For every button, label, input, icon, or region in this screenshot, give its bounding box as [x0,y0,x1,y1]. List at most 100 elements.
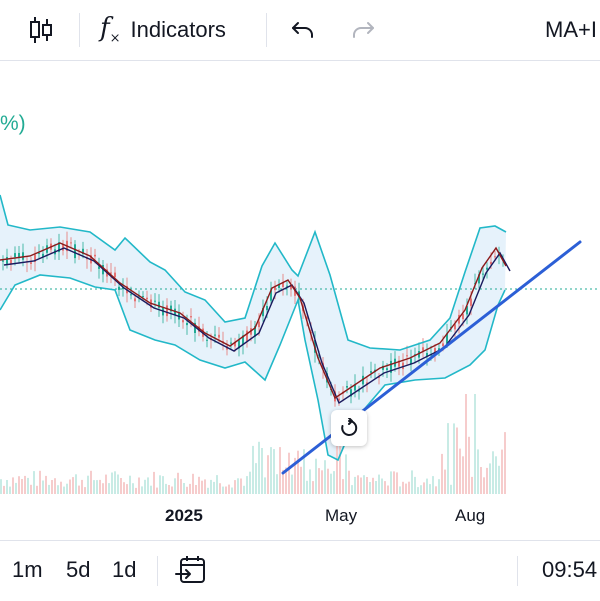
candle-body [206,339,208,341]
candle-body [30,262,32,264]
candlestick-icon [30,17,52,43]
candle-body [442,343,444,347]
candle-body [182,320,184,323]
volume-bar [312,481,314,494]
volume-bar [195,485,197,494]
candle-body [406,355,408,357]
volume-bar [135,487,137,494]
candle-body [370,371,372,373]
candle-body [190,316,192,318]
volume-bar [447,423,449,494]
undo-button[interactable] [290,0,316,60]
volume-bar [333,471,335,494]
volume-bar [93,480,95,494]
volume-bar [273,449,275,494]
volume-bar [339,442,341,494]
volume-bar [0,479,2,494]
volume-bar [39,470,41,494]
volume-bar [18,476,20,494]
volume-bar [381,478,383,494]
volume-bar [207,487,209,494]
volume-bar [396,472,398,494]
candle-body [74,244,76,259]
volume-bar [438,479,440,494]
candle-body [130,294,132,296]
indicators-label: Indicators [130,17,226,42]
volume-bar [81,479,83,494]
candle-body [462,314,464,320]
volume-bar [456,427,458,494]
price-chart[interactable] [0,61,600,540]
indicators-button[interactable]: f× Indicators [100,0,226,60]
volume-bar [240,478,242,494]
candle-body [6,257,8,264]
volume-bar [351,485,353,494]
volume-bar [249,471,251,494]
volume-bar [357,475,359,494]
volume-bar [162,476,164,494]
range-1d-button[interactable]: 1d [112,540,136,600]
volume-bar [300,466,302,494]
volume-bar [261,448,263,494]
volume-bar [51,480,53,494]
volume-bar [114,471,116,494]
volume-bar [105,474,107,494]
volume-bar [255,463,257,494]
volume-bar [111,472,113,494]
volume-bar [330,473,332,494]
volume-bar [345,454,347,494]
candle-body [70,242,72,244]
volume-bar [84,487,86,494]
volume-bar [486,467,488,494]
volume-bar [417,487,419,494]
volume-bar [306,480,308,494]
clock-time[interactable]: 09:54 [542,540,597,600]
volume-bar [9,486,11,494]
volume-bar [78,485,80,494]
volume-bar [297,450,299,494]
volume-bar [288,452,290,494]
candle-body [258,321,260,328]
candle-body [114,272,116,277]
range-5d-button[interactable]: 5d [66,540,90,600]
candle-body [422,347,424,351]
volume-bar [315,458,317,494]
redo-button[interactable] [350,0,376,60]
volume-bar [237,478,239,494]
volume-bar [279,447,281,494]
volume-bar [435,486,437,494]
volume-bar [27,477,29,494]
volume-bar [342,479,344,494]
volume-bar [189,483,191,494]
reset-chart-button[interactable] [331,410,367,446]
volume-bar [492,451,494,494]
volume-bar [210,479,212,494]
candle-body [118,286,120,290]
goto-date-button[interactable] [175,540,207,600]
time-axis-label-may: May [325,506,358,525]
volume-bar [384,481,386,494]
volume-bar [171,486,173,494]
range-1m-button[interactable]: 1m [12,540,43,600]
volume-bar [477,449,479,494]
candle-body [154,300,156,302]
reset-view-icon [341,418,358,436]
candle-body [494,256,496,258]
volume-bar [12,477,14,494]
volume-bar [48,484,50,494]
volume-bar [483,477,485,494]
volume-bar [390,471,392,494]
indicator-legend-fragment[interactable]: %) [0,112,26,136]
volume-bar [45,475,47,494]
volume-bar [192,473,194,494]
indicator-template-button[interactable]: MA+I [545,0,597,60]
chart-canvas[interactable] [0,61,600,540]
volume-bar [213,481,215,494]
volume-bar [177,472,179,494]
volume-bar [399,486,401,494]
volume-bar [66,483,68,494]
volume-bar [90,470,92,494]
volume-bar [168,485,170,494]
chart-type-button[interactable] [26,0,56,60]
volume-bar [87,475,89,494]
